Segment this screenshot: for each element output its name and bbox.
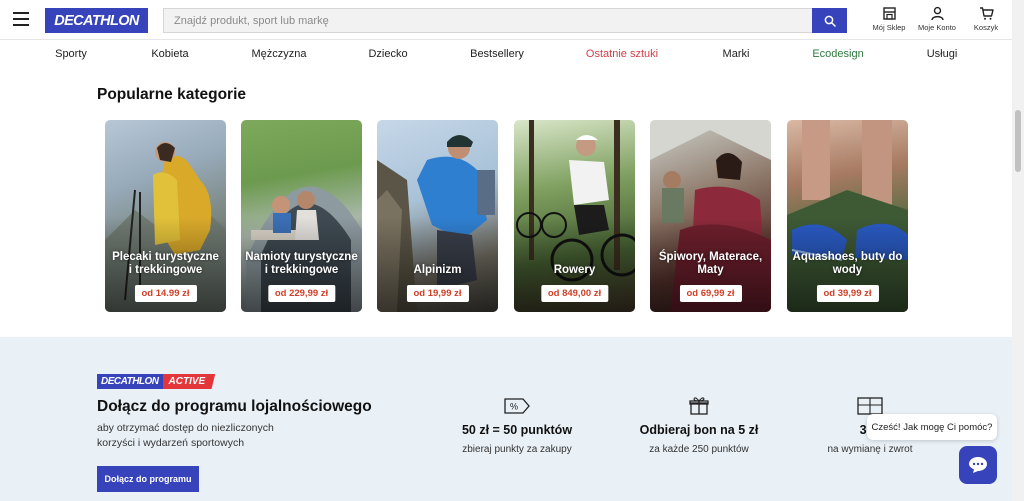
benefit-title: Odbieraj bon na 5 zł xyxy=(639,423,759,437)
page-scrollbar[interactable] xyxy=(1012,0,1024,501)
gift-icon xyxy=(689,397,709,415)
chat-icon xyxy=(969,457,987,473)
category-name: Rowery xyxy=(553,263,596,276)
nav-item-marki[interactable]: Marki xyxy=(723,48,750,60)
category-price: od 229,99 zł xyxy=(267,285,336,302)
store-icon xyxy=(882,7,896,20)
category-price: od 69,99 zł xyxy=(679,285,742,302)
category-name: Śpiwory, Materace, Maty xyxy=(658,251,763,276)
category-price: od 849,00 zł xyxy=(540,285,609,302)
benefit-subtitle: zbieraj punkty za zakupy xyxy=(462,444,572,455)
search-bar xyxy=(163,8,847,33)
loyalty-description: aby otrzymać dostęp do niezliczonych kor… xyxy=(97,422,274,449)
percent-tag-icon: % xyxy=(504,398,530,414)
category-name: Alpinizm xyxy=(413,263,462,276)
menu-icon[interactable] xyxy=(13,12,29,26)
category-card[interactable]: Aquashoes, buty do wody od 39,99 zł xyxy=(787,120,908,312)
section-title: Popularne kategorie xyxy=(97,86,247,103)
search-input[interactable] xyxy=(163,8,812,33)
nav-item-sporty[interactable]: Sporty xyxy=(55,48,87,60)
site-header: DECATHLON Mój Sklep Moje Konto Koszyk xyxy=(0,0,1012,40)
benefit-title: 50 zł = 50 punktów xyxy=(461,423,573,437)
search-icon xyxy=(824,15,836,27)
category-card[interactable]: Namioty turystyczne i trekkingowe od 229… xyxy=(241,120,362,312)
nav-item-ostatnie-sztuki[interactable]: Ostatnie sztuki xyxy=(586,48,658,60)
category-name: Namioty turystyczne i trekkingowe xyxy=(245,251,358,276)
benefit-points: % 50 zł = 50 punktów zbieraj punkty za z… xyxy=(432,395,602,455)
logo-text: DECATHLON xyxy=(54,12,139,29)
benefit-subtitle: za każde 250 punktów xyxy=(649,444,749,455)
join-program-button[interactable]: Dołącz do programu xyxy=(97,466,199,492)
category-price: od 19,99 zł xyxy=(406,285,469,302)
account-icon xyxy=(930,6,944,21)
benefit-subtitle: na wymianę i zwrot xyxy=(827,444,913,455)
decathlon-active-logo: DECATHLON ACTIVE xyxy=(97,374,216,389)
category-name: Aquashoes, buty do wody xyxy=(792,251,903,276)
nav-item-mezczyzna[interactable]: Mężczyzna xyxy=(251,48,306,60)
benefit-voucher: Odbieraj bon na 5 zł za każde 250 punktó… xyxy=(614,395,784,455)
account-button[interactable]: Moje Konto xyxy=(914,6,960,32)
scrollbar-thumb[interactable] xyxy=(1015,110,1021,172)
svg-text:%: % xyxy=(510,402,518,412)
category-cards: Plecaki turystyczne i trekkingowe od 14.… xyxy=(105,120,910,312)
category-card[interactable]: Plecaki turystyczne i trekkingowe od 14.… xyxy=(105,120,226,312)
store-label: Mój Sklep xyxy=(872,23,906,32)
cart-button[interactable]: Koszyk xyxy=(963,6,1009,32)
loyalty-title: Dołącz do programu lojalnościowego xyxy=(97,398,372,415)
loyalty-section: DECATHLON ACTIVE Dołącz do programu loja… xyxy=(0,337,1012,501)
cart-icon xyxy=(979,7,994,20)
account-label: Moje Konto xyxy=(918,23,956,32)
category-price: od 39,99 zł xyxy=(816,285,879,302)
nav-item-ecodesign[interactable]: Ecodesign xyxy=(812,48,863,60)
chat-button[interactable] xyxy=(959,446,997,484)
nav-item-uslugi[interactable]: Usługi xyxy=(927,48,958,60)
nav-item-dziecko[interactable]: Dziecko xyxy=(368,48,407,60)
nav-item-bestsellery[interactable]: Bestsellery xyxy=(470,48,524,60)
active-logo-right: ACTIVE xyxy=(162,374,216,389)
chat-greeting[interactable]: Cześć! Jak mogę Ci pomóc? xyxy=(867,414,997,440)
my-store-button[interactable]: Mój Sklep xyxy=(866,6,912,32)
category-price: od 14.99 zł xyxy=(134,285,197,302)
search-button[interactable] xyxy=(812,8,847,33)
decathlon-logo[interactable]: DECATHLON xyxy=(45,8,148,33)
category-nav: Sporty Kobieta Mężczyzna Dziecko Bestsel… xyxy=(0,41,1012,69)
category-card[interactable]: Alpinizm od 19,99 zł xyxy=(377,120,498,312)
category-card[interactable]: Śpiwory, Materace, Maty od 69,99 zł xyxy=(650,120,771,312)
active-logo-left: DECATHLON xyxy=(97,374,163,389)
category-card[interactable]: Rowery od 849,00 zł xyxy=(514,120,635,312)
cart-label: Koszyk xyxy=(973,23,999,32)
gift-card-icon xyxy=(857,397,883,415)
nav-item-kobieta[interactable]: Kobieta xyxy=(151,48,188,60)
category-name: Plecaki turystyczne i trekkingowe xyxy=(112,251,219,276)
